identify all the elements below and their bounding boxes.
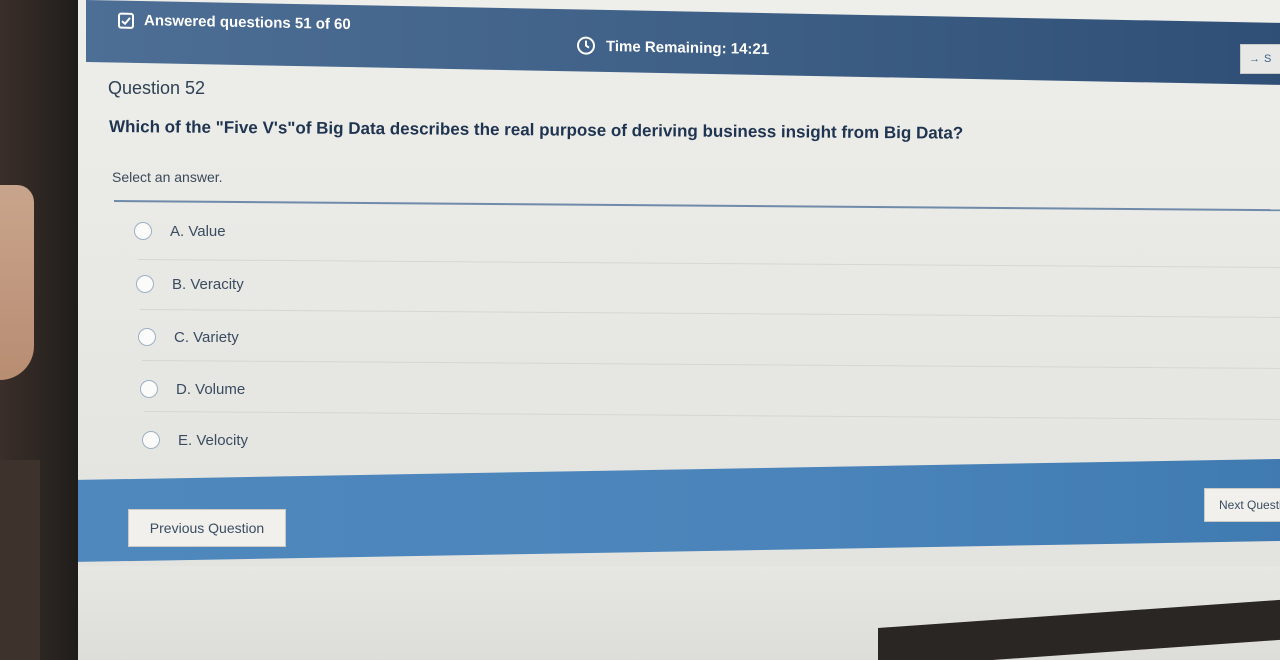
monitor-bezel xyxy=(0,0,78,660)
checkbox-icon xyxy=(118,12,134,29)
option-separator xyxy=(137,259,1280,269)
next-question-button[interactable]: Next Questi xyxy=(1204,488,1280,522)
option-b[interactable]: B. Veracity xyxy=(136,262,244,306)
arrow-right-icon: → xyxy=(1249,53,1260,65)
option-label: E. Velocity xyxy=(178,431,249,449)
option-e[interactable]: E. Velocity xyxy=(142,418,248,462)
option-label: A. Value xyxy=(170,222,226,240)
option-c[interactable]: C. Variety xyxy=(138,315,239,359)
timer: Time Remaining: 14:21 xyxy=(576,35,769,59)
option-label: B. Veracity xyxy=(172,275,244,293)
radio-button[interactable] xyxy=(142,431,160,449)
option-separator xyxy=(143,411,1280,421)
side-submit-button[interactable]: → S xyxy=(1240,44,1280,74)
answer-divider xyxy=(113,200,1280,212)
option-a[interactable]: A. Value xyxy=(134,209,226,253)
previous-question-button[interactable]: Previous Question xyxy=(128,509,286,547)
option-label: D. Volume xyxy=(176,380,246,398)
exam-screen: Answered questions 51 of 60 Time Remaini… xyxy=(78,0,1280,660)
answered-status: Answered questions 51 of 60 xyxy=(118,12,351,33)
radio-button[interactable] xyxy=(134,222,152,240)
timer-text: Time Remaining: 14:21 xyxy=(606,37,770,58)
option-label: C. Variety xyxy=(174,328,239,346)
header-bar: Answered questions 51 of 60 Time Remaini… xyxy=(86,0,1280,86)
radio-button[interactable] xyxy=(138,328,156,346)
option-d[interactable]: D. Volume xyxy=(140,367,245,411)
question-text: Which of the "Five V's"of Big Data descr… xyxy=(108,117,964,143)
answered-text: Answered questions 51 of 60 xyxy=(144,12,351,34)
radio-button[interactable] xyxy=(136,275,154,293)
side-button-label: S xyxy=(1264,53,1272,65)
question-number: Question 52 xyxy=(108,78,206,98)
background-shadow xyxy=(0,460,40,660)
clock-icon xyxy=(576,35,596,55)
select-instruction: Select an answer. xyxy=(112,169,223,185)
radio-button[interactable] xyxy=(140,380,158,398)
option-separator xyxy=(139,309,1280,319)
option-separator xyxy=(141,360,1280,370)
background-wall xyxy=(0,185,34,380)
